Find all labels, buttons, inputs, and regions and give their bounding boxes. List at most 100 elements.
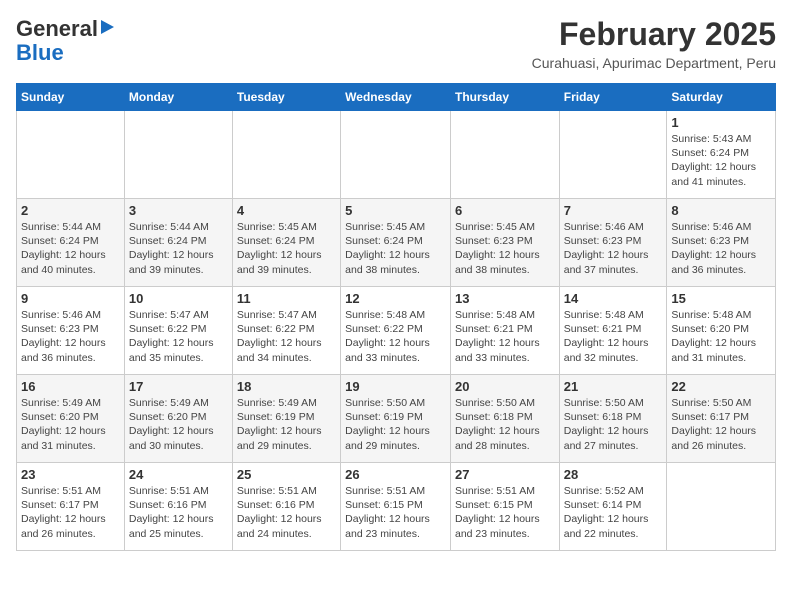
day-number: 24 [129, 467, 228, 482]
calendar-cell: 20 Sunrise: 5:50 AM Sunset: 6:18 PM Dayli… [450, 375, 559, 463]
day-number: 28 [564, 467, 663, 482]
day-number: 9 [21, 291, 120, 306]
day-info: Sunrise: 5:47 AM Sunset: 6:22 PM Dayligh… [129, 308, 228, 365]
month-year: February 2025 [532, 16, 776, 53]
calendar-cell: 27Sunrise: 5:51 AM Sunset: 6:15 PM Dayli… [450, 463, 559, 551]
col-header-sunday: Sunday [17, 84, 125, 111]
calendar-cell: 26 Sunrise: 5:51 AM Sunset: 6:15 PM Dayli… [341, 463, 451, 551]
calendar-cell [341, 111, 451, 199]
day-number: 16 [21, 379, 120, 394]
day-number: 6 [455, 203, 555, 218]
page-header: General Blue February 2025 Curahuasi, Ap… [16, 16, 776, 71]
calendar-cell: 14 Sunrise: 5:48 AM Sunset: 6:21 PM Dayli… [559, 287, 667, 375]
calendar-cell: 3 Sunrise: 5:44 AM Sunset: 6:24 PM Daylig… [124, 199, 232, 287]
calendar-cell: 25 Sunrise: 5:51 AM Sunset: 6:16 PM Dayli… [232, 463, 340, 551]
calendar-cell: 2 Sunrise: 5:44 AM Sunset: 6:24 PM Daylig… [17, 199, 125, 287]
calendar-cell: 22 Sunrise: 5:50 AM Sunset: 6:17 PM Dayli… [667, 375, 776, 463]
calendar-table: SundayMondayTuesdayWednesdayThursdayFrid… [16, 83, 776, 551]
day-info: Sunrise: 5:44 AM Sunset: 6:24 PM Dayligh… [21, 220, 120, 277]
day-number: 18 [237, 379, 336, 394]
day-number: 1 [671, 115, 771, 130]
calendar-cell [17, 111, 125, 199]
calendar-cell [124, 111, 232, 199]
calendar-cell: 8 Sunrise: 5:46 AM Sunset: 6:23 PM Daylig… [667, 199, 776, 287]
day-number: 20 [455, 379, 555, 394]
calendar-cell: 16 Sunrise: 5:49 AM Sunset: 6:20 PM Dayli… [17, 375, 125, 463]
calendar-cell: 13 Sunrise: 5:48 AM Sunset: 6:21 PM Dayli… [450, 287, 559, 375]
day-number: 14 [564, 291, 663, 306]
col-header-wednesday: Wednesday [341, 84, 451, 111]
week-row-5: 23 Sunrise: 5:51 AM Sunset: 6:17 PM Dayli… [17, 463, 776, 551]
title-block: February 2025 Curahuasi, Apurimac Depart… [532, 16, 776, 71]
day-number: 2 [21, 203, 120, 218]
logo-general: General [16, 16, 98, 42]
calendar-cell: 21 Sunrise: 5:50 AM Sunset: 6:18 PM Dayli… [559, 375, 667, 463]
day-info: Sunrise: 5:43 AM Sunset: 6:24 PM Dayligh… [671, 132, 771, 189]
calendar-cell: 1 Sunrise: 5:43 AM Sunset: 6:24 PM Daylig… [667, 111, 776, 199]
day-info: Sunrise: 5:50 AM Sunset: 6:18 PM Dayligh… [455, 396, 555, 453]
day-info: Sunrise: 5:46 AM Sunset: 6:23 PM Dayligh… [564, 220, 663, 277]
day-number: 3 [129, 203, 228, 218]
calendar-cell: 4 Sunrise: 5:45 AM Sunset: 6:24 PM Daylig… [232, 199, 340, 287]
calendar-cell: 24Sunrise: 5:51 AM Sunset: 6:16 PM Dayli… [124, 463, 232, 551]
calendar-cell: 12Sunrise: 5:48 AM Sunset: 6:22 PM Dayli… [341, 287, 451, 375]
col-header-monday: Monday [124, 84, 232, 111]
day-info: Sunrise: 5:48 AM Sunset: 6:21 PM Dayligh… [455, 308, 555, 365]
day-info: Sunrise: 5:49 AM Sunset: 6:20 PM Dayligh… [21, 396, 120, 453]
location: Curahuasi, Apurimac Department, Peru [532, 55, 776, 71]
day-info: Sunrise: 5:52 AM Sunset: 6:14 PM Dayligh… [564, 484, 663, 541]
day-info: Sunrise: 5:48 AM Sunset: 6:21 PM Dayligh… [564, 308, 663, 365]
calendar-cell: 6Sunrise: 5:45 AM Sunset: 6:23 PM Daylig… [450, 199, 559, 287]
day-info: Sunrise: 5:50 AM Sunset: 6:18 PM Dayligh… [564, 396, 663, 453]
day-number: 4 [237, 203, 336, 218]
day-number: 25 [237, 467, 336, 482]
day-info: Sunrise: 5:49 AM Sunset: 6:19 PM Dayligh… [237, 396, 336, 453]
week-row-4: 16 Sunrise: 5:49 AM Sunset: 6:20 PM Dayli… [17, 375, 776, 463]
day-number: 21 [564, 379, 663, 394]
day-number: 22 [671, 379, 771, 394]
week-row-1: 1 Sunrise: 5:43 AM Sunset: 6:24 PM Daylig… [17, 111, 776, 199]
day-info: Sunrise: 5:48 AM Sunset: 6:22 PM Dayligh… [345, 308, 446, 365]
day-info: Sunrise: 5:45 AM Sunset: 6:24 PM Dayligh… [345, 220, 446, 277]
day-number: 17 [129, 379, 228, 394]
day-info: Sunrise: 5:51 AM Sunset: 6:15 PM Dayligh… [345, 484, 446, 541]
day-number: 19 [345, 379, 446, 394]
day-number: 7 [564, 203, 663, 218]
calendar-cell: 19 Sunrise: 5:50 AM Sunset: 6:19 PM Dayli… [341, 375, 451, 463]
calendar-cell: 5 Sunrise: 5:45 AM Sunset: 6:24 PM Daylig… [341, 199, 451, 287]
calendar-cell: 11Sunrise: 5:47 AM Sunset: 6:22 PM Dayli… [232, 287, 340, 375]
day-number: 13 [455, 291, 555, 306]
day-info: Sunrise: 5:51 AM Sunset: 6:17 PM Dayligh… [21, 484, 120, 541]
logo-blue: Blue [16, 40, 64, 65]
calendar-cell: 15Sunrise: 5:48 AM Sunset: 6:20 PM Dayli… [667, 287, 776, 375]
day-info: Sunrise: 5:44 AM Sunset: 6:24 PM Dayligh… [129, 220, 228, 277]
col-header-tuesday: Tuesday [232, 84, 340, 111]
week-row-3: 9Sunrise: 5:46 AM Sunset: 6:23 PM Daylig… [17, 287, 776, 375]
day-number: 23 [21, 467, 120, 482]
calendar-cell: 10 Sunrise: 5:47 AM Sunset: 6:22 PM Dayli… [124, 287, 232, 375]
calendar-cell [450, 111, 559, 199]
calendar-cell: 18 Sunrise: 5:49 AM Sunset: 6:19 PM Dayli… [232, 375, 340, 463]
calendar-cell: 23 Sunrise: 5:51 AM Sunset: 6:17 PM Dayli… [17, 463, 125, 551]
day-number: 15 [671, 291, 771, 306]
calendar-cell [559, 111, 667, 199]
calendar-cell: 17Sunrise: 5:49 AM Sunset: 6:20 PM Dayli… [124, 375, 232, 463]
day-number: 8 [671, 203, 771, 218]
day-info: Sunrise: 5:50 AM Sunset: 6:17 PM Dayligh… [671, 396, 771, 453]
day-number: 5 [345, 203, 446, 218]
day-info: Sunrise: 5:45 AM Sunset: 6:24 PM Dayligh… [237, 220, 336, 277]
day-info: Sunrise: 5:51 AM Sunset: 6:16 PM Dayligh… [237, 484, 336, 541]
header-row: SundayMondayTuesdayWednesdayThursdayFrid… [17, 84, 776, 111]
day-number: 26 [345, 467, 446, 482]
calendar-cell: 28 Sunrise: 5:52 AM Sunset: 6:14 PM Dayli… [559, 463, 667, 551]
day-number: 11 [237, 291, 336, 306]
day-info: Sunrise: 5:50 AM Sunset: 6:19 PM Dayligh… [345, 396, 446, 453]
calendar-cell [232, 111, 340, 199]
logo-arrow-icon [101, 20, 114, 34]
col-header-thursday: Thursday [450, 84, 559, 111]
day-number: 10 [129, 291, 228, 306]
calendar-cell: 7 Sunrise: 5:46 AM Sunset: 6:23 PM Daylig… [559, 199, 667, 287]
day-info: Sunrise: 5:46 AM Sunset: 6:23 PM Dayligh… [671, 220, 771, 277]
col-header-friday: Friday [559, 84, 667, 111]
calendar-cell: 9Sunrise: 5:46 AM Sunset: 6:23 PM Daylig… [17, 287, 125, 375]
